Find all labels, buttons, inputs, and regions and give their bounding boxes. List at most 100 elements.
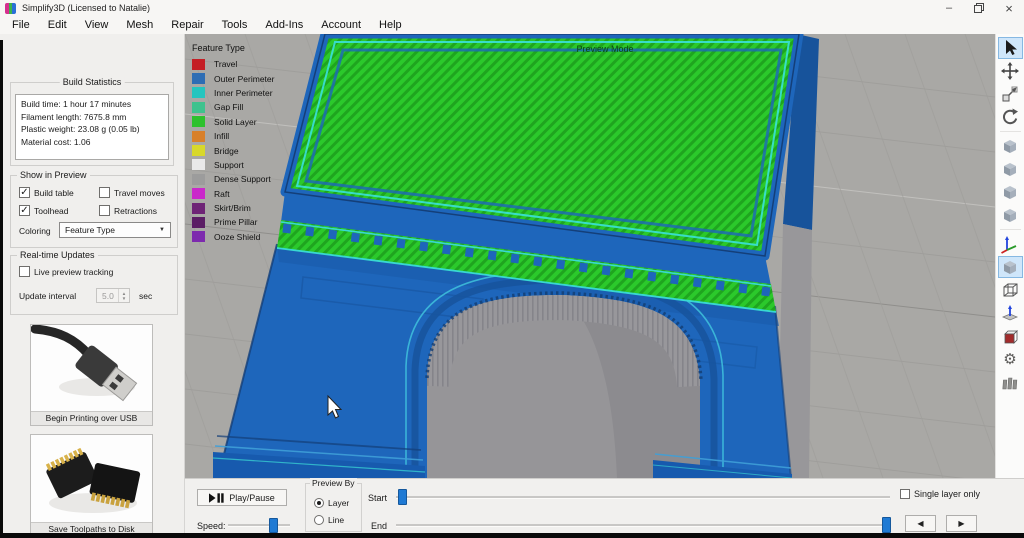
- start-slider-handle[interactable]: [398, 489, 407, 505]
- rotate-circle-icon: [1003, 108, 1018, 125]
- settings-tool[interactable]: ⚙: [998, 348, 1023, 370]
- line-radio[interactable]: [314, 515, 324, 525]
- preview-by-group: Preview By Layer Line: [305, 478, 362, 532]
- checkbox-build-table[interactable]: ✓ Build table: [19, 187, 74, 198]
- video-edge-left: [0, 40, 3, 538]
- preview-3d-viewport[interactable]: Feature Type Travel Outer Perimeter Inne…: [185, 34, 995, 478]
- simplify3d-window: Simplify3D (Licensed to Natalie) – × Fil…: [0, 0, 1024, 538]
- cube-icon: [1004, 140, 1016, 153]
- support-structures-tool[interactable]: [998, 371, 1023, 393]
- cross-section-tool[interactable]: [998, 325, 1023, 347]
- checkbox-retractions[interactable]: Retractions: [99, 205, 157, 216]
- speed-slider-track[interactable]: [228, 524, 290, 527]
- view-cube-side[interactable]: [998, 158, 1023, 180]
- live-preview-checkbox[interactable]: [19, 266, 30, 277]
- end-slider-handle[interactable]: [882, 517, 891, 533]
- wireframe-view-tool[interactable]: [998, 279, 1023, 301]
- stat-filament-length: Filament length: 7675.8 mm: [21, 111, 127, 122]
- translate-tool[interactable]: [998, 60, 1023, 82]
- update-interval-value: 5.0: [102, 291, 114, 301]
- menu-repair[interactable]: Repair: [162, 19, 212, 31]
- travel-moves-checkbox[interactable]: [99, 187, 110, 198]
- coordinate-axes-tool[interactable]: [998, 233, 1023, 255]
- gear-icon: ⚙: [1003, 350, 1017, 368]
- legend-item: Skirt/Brim: [192, 201, 274, 215]
- usb-connector-image: [31, 325, 152, 411]
- skirt-brim-swatch: [192, 202, 205, 214]
- menu-mesh[interactable]: Mesh: [117, 19, 162, 31]
- restore-icon: [974, 3, 984, 13]
- coloring-dropdown[interactable]: Feature Type ▼: [59, 222, 171, 238]
- menu-account[interactable]: Account: [312, 19, 370, 31]
- next-layer-button[interactable]: ▶: [946, 515, 977, 532]
- view-cube-back[interactable]: [998, 181, 1023, 203]
- start-label: Start: [368, 493, 388, 503]
- retractions-checkbox[interactable]: [99, 205, 110, 216]
- toolhead-checkbox[interactable]: ✓: [19, 205, 30, 216]
- radio-row-layer[interactable]: Layer: [314, 498, 349, 508]
- legend-item: Ooze Shield: [192, 230, 274, 244]
- cursor-icon: [1006, 40, 1017, 55]
- select-cursor-tool[interactable]: [997, 37, 1023, 59]
- maximize-button[interactable]: [964, 0, 994, 16]
- coloring-label: Coloring: [19, 226, 51, 236]
- play-pause-button[interactable]: Play/Pause: [197, 489, 287, 506]
- left-sidebar: Build Statistics Build time: 1 hour 17 m…: [0, 34, 185, 538]
- view-cube-iso[interactable]: [998, 204, 1023, 226]
- sd-cards-image: [31, 435, 152, 522]
- speed-slider-handle[interactable]: [269, 518, 278, 533]
- menu-file[interactable]: File: [3, 19, 39, 31]
- checkbox-toolhead[interactable]: ✓ Toolhead: [19, 205, 69, 216]
- end-slider-track[interactable]: [396, 524, 890, 527]
- menu-help[interactable]: Help: [370, 19, 411, 31]
- begin-printing-usb-button[interactable]: Begin Printing over USB: [30, 324, 153, 426]
- close-button[interactable]: ×: [994, 0, 1024, 16]
- legend-item: Gap Fill: [192, 100, 274, 114]
- surface-normal-tool[interactable]: [998, 302, 1023, 324]
- move-arrows-icon: [1001, 62, 1019, 80]
- minimize-button[interactable]: –: [934, 0, 964, 16]
- checkbox-travel-moves[interactable]: Travel moves: [99, 187, 165, 198]
- single-layer-row[interactable]: Single layer only: [900, 489, 980, 499]
- previous-layer-button[interactable]: ◀: [905, 515, 936, 532]
- cube-icon: [1004, 186, 1016, 199]
- preview-mode-label: Preview Mode: [576, 44, 634, 54]
- preview-by-label: Preview By: [310, 478, 357, 488]
- ooze-shield-swatch: [192, 231, 205, 243]
- update-interval-spinner[interactable]: 5.0 ▲ ▼: [96, 288, 130, 303]
- title-bar: Simplify3D (Licensed to Natalie) – ×: [0, 0, 1024, 16]
- feature-type-legend: Feature Type Travel Outer Perimeter Inne…: [192, 43, 274, 244]
- rotate-tool[interactable]: [998, 106, 1023, 128]
- radio-row-line[interactable]: Line: [314, 515, 344, 525]
- legend-item: Inner Perimeter: [192, 86, 274, 100]
- infill-swatch: [192, 130, 205, 142]
- prime-pillar-swatch: [192, 216, 205, 228]
- legend-item: Solid Layer: [192, 115, 274, 129]
- scale-tool[interactable]: [998, 83, 1023, 105]
- cube-icon: [1004, 209, 1016, 222]
- usb-button-label: Begin Printing over USB: [31, 411, 152, 425]
- show-in-preview-title: Show in Preview: [17, 170, 90, 180]
- view-cube-front[interactable]: [998, 135, 1023, 157]
- menu-view[interactable]: View: [76, 19, 118, 31]
- outer-perimeter-swatch: [192, 73, 205, 85]
- start-slider-track[interactable]: [396, 496, 890, 499]
- build-statistics-box: Build time: 1 hour 17 minutes Filament l…: [15, 94, 169, 160]
- save-toolpaths-button[interactable]: Save Toolpaths to Disk: [30, 434, 153, 537]
- spinner-down-icon[interactable]: ▼: [122, 296, 126, 301]
- build-table-checkbox[interactable]: ✓: [19, 187, 30, 198]
- cube-icon: [1004, 163, 1016, 176]
- menu-bar: File Edit View Mesh Repair Tools Add-Ins…: [0, 16, 1024, 34]
- stat-build-time: Build time: 1 hour 17 minutes: [21, 99, 132, 109]
- menu-edit[interactable]: Edit: [39, 19, 76, 31]
- solid-view-tool[interactable]: [997, 256, 1023, 278]
- monument-model: [212, 34, 819, 478]
- menu-tools[interactable]: Tools: [213, 19, 257, 31]
- layer-radio[interactable]: [314, 498, 324, 508]
- menu-addins[interactable]: Add-Ins: [256, 19, 312, 31]
- checkbox-live-preview[interactable]: Live preview tracking: [19, 266, 113, 277]
- next-arrow-icon: ▶: [958, 519, 965, 528]
- update-interval-label: Update interval: [19, 291, 77, 301]
- single-layer-checkbox[interactable]: [900, 489, 910, 499]
- legend-item: Outer Perimeter: [192, 71, 274, 85]
